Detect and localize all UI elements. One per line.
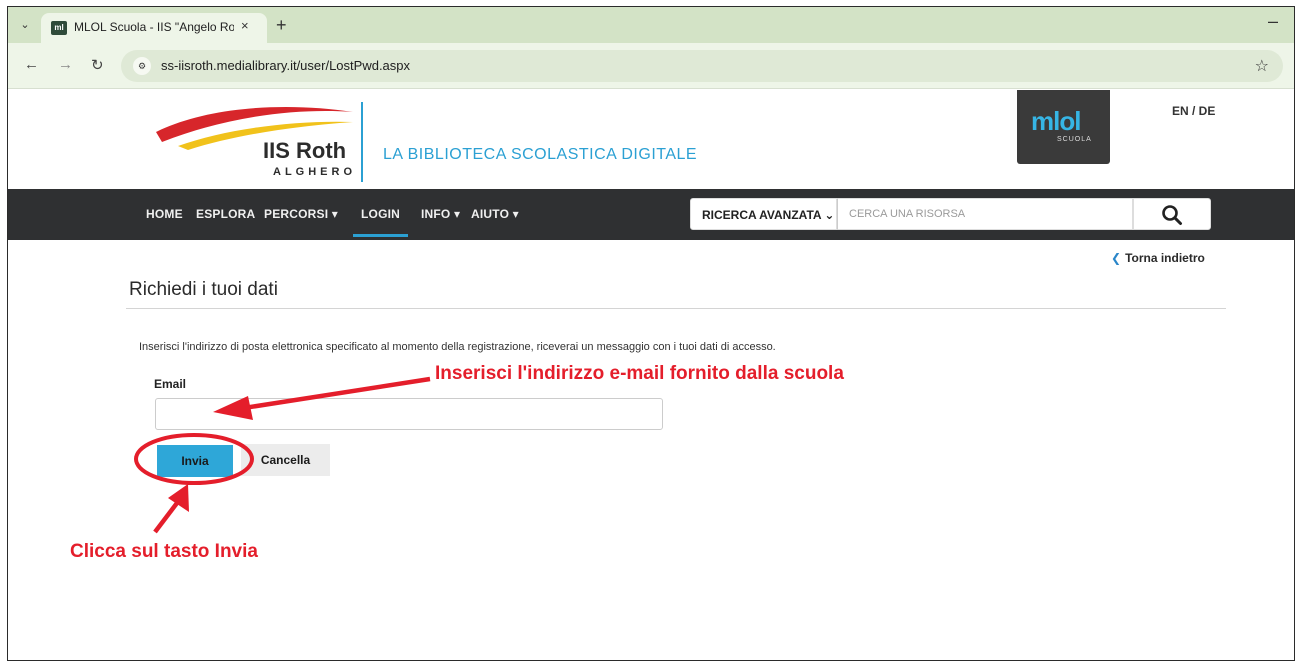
submit-arrow-head xyxy=(168,484,189,512)
forward-arrow-icon[interactable]: → xyxy=(58,56,73,73)
back-arrow-icon[interactable]: ← xyxy=(24,56,39,73)
site-header: IIS Roth ALGHERO LA BIBLIOTECA SCOLASTIC… xyxy=(8,90,1294,189)
search-input[interactable]: CERCA UNA RISORSA xyxy=(837,198,1133,230)
back-link-label: Torna indietro xyxy=(1125,251,1205,265)
tab-title: MLOL Scuola - IIS "Angelo Roth xyxy=(74,20,234,34)
main-nav: HOME ESPLORA PERCORSI ▾ LOGIN INFO ▾ AIU… xyxy=(8,189,1294,240)
back-link[interactable]: ❮ Torna indietro xyxy=(1111,251,1205,265)
tab-search-menu-button[interactable]: ⌄ xyxy=(15,15,35,35)
chevron-left-icon: ❮ xyxy=(1111,251,1122,265)
advanced-search-dropdown[interactable]: RICERCA AVANZATA ⌄ xyxy=(690,198,837,230)
nav-item-info[interactable]: INFO ▾ xyxy=(421,207,460,221)
page-title: Richiedi i tuoi dati xyxy=(129,279,278,300)
title-divider xyxy=(126,308,1226,309)
language-switch[interactable]: EN / DE xyxy=(1172,104,1215,118)
annotation-email-hint: Inserisci l'indirizzo e-mail fornito dal… xyxy=(435,363,844,384)
search-button[interactable] xyxy=(1133,198,1211,230)
mlol-logo-text: mlol xyxy=(1031,106,1081,136)
header-divider xyxy=(361,102,363,182)
school-city: ALGHERO xyxy=(273,166,356,178)
submit-arrow-shaft xyxy=(153,501,179,534)
nav-item-esplora[interactable]: ESPLORA xyxy=(196,207,255,221)
site-info-icon[interactable]: ⚙ xyxy=(133,57,151,75)
new-tab-button[interactable]: + xyxy=(276,15,287,36)
mlol-logo[interactable]: mlol SCUOLA xyxy=(1017,90,1110,164)
cancel-button[interactable]: Cancella xyxy=(241,444,330,476)
favicon-icon: ml xyxy=(51,21,67,35)
browser-tab[interactable]: ml MLOL Scuola - IIS "Angelo Roth × xyxy=(41,13,267,43)
tab-close-icon[interactable]: × xyxy=(241,18,249,33)
annotation-submit-hint: Clicca sul tasto Invia xyxy=(70,541,258,562)
submit-button[interactable]: Invia xyxy=(157,445,233,477)
nav-item-aiuto[interactable]: AIUTO ▾ xyxy=(471,207,519,221)
library-title: LA BIBLIOTECA SCOLASTICA DIGITALE xyxy=(383,146,698,163)
screenshot-frame: ⌄ ml MLOL Scuola - IIS "Angelo Roth × + … xyxy=(7,6,1295,661)
address-url[interactable]: ss-iisroth.medialibrary.it/user/LostPwd.… xyxy=(161,58,410,73)
search-icon xyxy=(1162,205,1182,225)
bookmark-star-icon[interactable]: ☆ xyxy=(1255,56,1269,76)
browser-toolbar: ← → ↻ ⚙ ss-iisroth.medialibrary.it/user/… xyxy=(8,43,1294,89)
email-label: Email xyxy=(154,377,187,391)
intro-text: Inserisci l'indirizzo di posta elettroni… xyxy=(139,341,776,353)
nav-active-indicator xyxy=(353,234,408,237)
address-bar[interactable]: ⚙ ss-iisroth.medialibrary.it/user/LostPw… xyxy=(121,50,1283,82)
nav-item-login[interactable]: LOGIN xyxy=(361,207,400,221)
nav-item-percorsi[interactable]: PERCORSI ▾ xyxy=(264,207,338,221)
window-minimize-button[interactable]: – xyxy=(1268,11,1278,32)
nav-item-home[interactable]: HOME xyxy=(146,207,183,221)
browser-tab-bar: ⌄ ml MLOL Scuola - IIS "Angelo Roth × + … xyxy=(8,7,1294,43)
reload-icon[interactable]: ↻ xyxy=(91,56,104,74)
email-field[interactable] xyxy=(155,398,663,430)
mlol-logo-sub: SCUOLA xyxy=(1057,136,1092,143)
school-name[interactable]: IIS Roth xyxy=(263,138,346,164)
